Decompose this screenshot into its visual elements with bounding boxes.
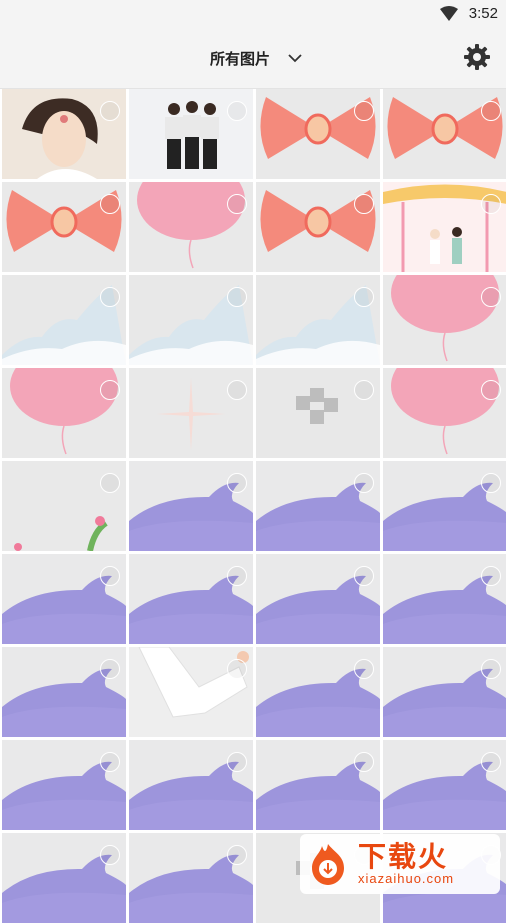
photo-tile[interactable] [129, 275, 253, 365]
album-title: 所有图片 [210, 50, 271, 68]
status-time: 3:52 [468, 5, 498, 22]
photo-tile[interactable] [256, 275, 380, 365]
select-circle-icon[interactable] [100, 752, 120, 772]
photo-tile[interactable] [2, 461, 126, 551]
photo-tile[interactable] [256, 647, 380, 737]
photo-tile[interactable] [2, 89, 126, 179]
photo-tile[interactable] [256, 461, 380, 551]
select-circle-icon[interactable] [227, 752, 247, 772]
select-circle-icon[interactable] [100, 566, 120, 586]
photo-tile[interactable] [256, 740, 380, 830]
select-circle-icon[interactable] [481, 287, 501, 307]
select-circle-icon[interactable] [481, 101, 501, 121]
photo-tile[interactable] [256, 89, 380, 179]
photo-tile[interactable] [383, 368, 506, 458]
watermark: 下载火 xiazaihuo.com [300, 834, 500, 894]
select-circle-icon[interactable] [227, 287, 247, 307]
select-circle-icon[interactable] [227, 194, 247, 214]
app-bar: 所有图片 [0, 28, 506, 89]
photo-tile[interactable] [129, 554, 253, 644]
select-circle-icon[interactable] [354, 380, 374, 400]
select-circle-icon[interactable] [227, 380, 247, 400]
photo-tile[interactable] [256, 182, 380, 272]
photo-tile[interactable] [383, 182, 506, 272]
watermark-url: xiazaihuo.com [358, 871, 455, 886]
photo-tile[interactable] [256, 368, 380, 458]
photo-tile[interactable] [2, 554, 126, 644]
select-circle-icon[interactable] [100, 194, 120, 214]
select-circle-icon[interactable] [354, 566, 374, 586]
select-circle-icon[interactable] [481, 194, 501, 214]
select-circle-icon[interactable] [481, 566, 501, 586]
select-circle-icon[interactable] [227, 101, 247, 121]
select-circle-icon[interactable] [100, 101, 120, 121]
select-circle-icon[interactable] [354, 659, 374, 679]
photo-tile[interactable] [383, 461, 506, 551]
select-circle-icon[interactable] [227, 473, 247, 493]
select-circle-icon[interactable] [354, 287, 374, 307]
chevron-down-icon [288, 54, 302, 63]
photo-tile[interactable] [383, 740, 506, 830]
photo-tile[interactable] [2, 275, 126, 365]
photo-tile[interactable] [2, 182, 126, 272]
select-circle-icon[interactable] [354, 194, 374, 214]
album-selector[interactable]: 所有图片 [200, 40, 320, 76]
photo-tile[interactable] [383, 275, 506, 365]
wifi-icon [440, 6, 458, 21]
photo-tile[interactable] [383, 647, 506, 737]
photo-tile[interactable] [129, 647, 253, 737]
select-circle-icon[interactable] [354, 101, 374, 121]
photo-tile[interactable] [129, 182, 253, 272]
photo-tile[interactable] [129, 461, 253, 551]
select-circle-icon[interactable] [354, 473, 374, 493]
select-circle-icon[interactable] [481, 380, 501, 400]
select-circle-icon[interactable] [481, 752, 501, 772]
select-circle-icon[interactable] [227, 845, 247, 865]
photo-tile[interactable] [383, 89, 506, 179]
select-circle-icon[interactable] [100, 845, 120, 865]
select-circle-icon[interactable] [354, 752, 374, 772]
photo-tile[interactable] [2, 740, 126, 830]
select-circle-icon[interactable] [100, 473, 120, 493]
photo-tile[interactable] [129, 833, 253, 923]
photo-grid [0, 89, 506, 923]
select-circle-icon[interactable] [100, 380, 120, 400]
photo-tile[interactable] [2, 833, 126, 923]
status-bar: 3:52 [0, 0, 506, 28]
select-circle-icon[interactable] [227, 659, 247, 679]
gear-icon[interactable] [462, 42, 492, 72]
select-circle-icon[interactable] [100, 287, 120, 307]
photo-tile[interactable] [129, 89, 253, 179]
photo-tile[interactable] [129, 740, 253, 830]
select-circle-icon[interactable] [227, 566, 247, 586]
photo-tile[interactable] [129, 368, 253, 458]
photo-tile[interactable] [256, 554, 380, 644]
photo-tile[interactable] [383, 554, 506, 644]
select-circle-icon[interactable] [100, 659, 120, 679]
select-circle-icon[interactable] [481, 659, 501, 679]
watermark-brand: 下载火 [358, 841, 449, 872]
photo-tile[interactable] [2, 368, 126, 458]
photo-tile[interactable] [2, 647, 126, 737]
select-circle-icon[interactable] [481, 473, 501, 493]
flame-logo-icon [312, 844, 344, 885]
